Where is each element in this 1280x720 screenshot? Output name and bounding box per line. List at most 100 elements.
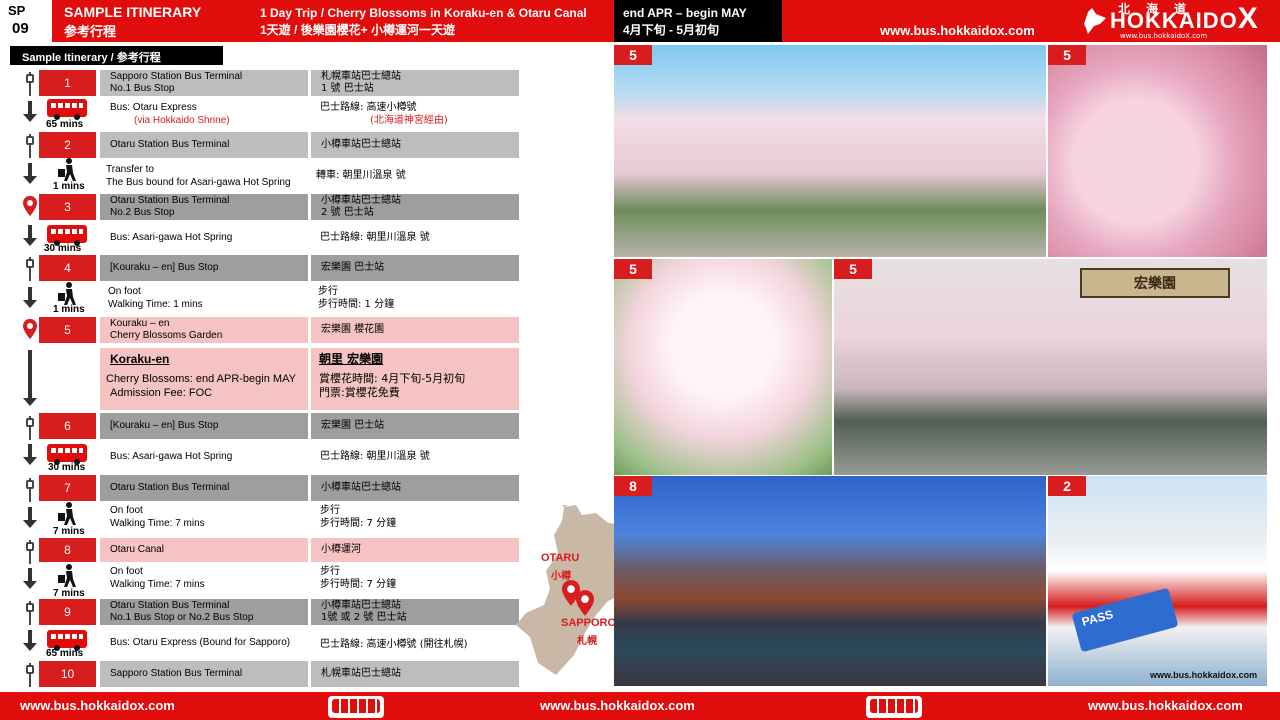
travel-time: 7 mins (53, 588, 85, 599)
photo-otaru-canal: 8 (614, 476, 1046, 686)
stop-name-en: Otaru Station Bus Terminal (100, 475, 308, 501)
stop-line: 2 號 巴士站 (321, 207, 374, 218)
bus-stop-sign-icon (26, 257, 34, 281)
bus-photo-url: www.bus.hokkaidox.com (1150, 670, 1258, 680)
leg-desc-zh: 巴士路線: 朝里川溫泉 號 (320, 451, 430, 462)
photo-tag: 5 (1048, 45, 1086, 65)
leg-note-en: Walking Time: 7 mins (110, 518, 205, 529)
detail-box-zh: 朝里 宏樂園 賞櫻花時間: 4月下旬-5月初旬 門票:賞櫻花免費 (311, 348, 519, 410)
stop-number: 6 (39, 413, 96, 439)
down-arrow-icon (23, 101, 37, 122)
stop-number: 2 (39, 132, 96, 158)
stop-line: 1 號 巴士站 (321, 83, 374, 94)
stop-line: Kouraku – en (110, 318, 170, 329)
detail-line-zh: 門票:賞櫻花免費 (319, 386, 400, 399)
down-arrow-icon (23, 350, 37, 406)
bus-icon (47, 444, 87, 465)
leg-desc-zh: 步行 (318, 286, 338, 297)
stop-number: 3 (39, 194, 96, 220)
photo-tag: 2 (1048, 476, 1086, 496)
leg-desc-en: Transfer to (106, 164, 154, 175)
stop-name-en: [Kouraku – en] Bus Stop (100, 255, 308, 281)
detail-line-zh: 賞櫻花時間: 4月下旬-5月初旬 (319, 372, 466, 385)
sapporo-label: SAPPORO (561, 617, 617, 629)
stop-line: No.2 Bus Stop (110, 207, 175, 218)
stop-name-zh: 小樽運河 (311, 538, 519, 562)
stop-name-en: Sapporo Station Bus Terminal (100, 661, 308, 687)
leg-note-zh: 步行時間: 7 分鐘 (320, 579, 397, 590)
stop-name-zh: 小樽車站巴士總站 (311, 475, 519, 501)
photo-tag: 5 (614, 45, 652, 65)
trip-title-zh: 1天遊 / 後樂園櫻花+ 小樽運河一天遊 (260, 23, 456, 37)
stop-number: 8 (39, 538, 96, 562)
header-url-link[interactable]: www.bus.hokkaidox.com (880, 23, 1035, 38)
leg-note-en: Walking Time: 7 mins (110, 579, 205, 590)
bus-stop-sign-icon (26, 601, 34, 625)
leg-desc-zh: 步行 (320, 566, 340, 577)
photo-bus-ticket: 2 (1048, 476, 1267, 686)
down-arrow-icon (23, 630, 37, 651)
sapporo-pin-icon (576, 590, 594, 616)
page-title-zh: 参考行程 (64, 24, 117, 39)
stop-line: 小樽車站巴士總站 (321, 600, 401, 611)
stop-name-zh: 小樽車站巴士總站 (311, 132, 519, 158)
leg-note-zh: 步行時間: 7 分鐘 (320, 518, 397, 529)
sp-number: 09 (12, 20, 29, 37)
bus-icon (47, 99, 87, 120)
page-title: SAMPLE ITINERARY (64, 4, 202, 20)
leg-desc-en: Bus: Otaru Express (Bound for Sapporo) (110, 637, 291, 648)
location-pin-icon (23, 319, 37, 339)
stop-name-zh: 宏樂園 櫻花園 (311, 317, 519, 343)
stop-number: 10 (39, 661, 96, 687)
stop-name-zh: 宏樂園 巴士站 (311, 255, 519, 281)
bus-stop-sign-icon (26, 540, 34, 564)
leg-desc-zh: 步行 (320, 505, 340, 516)
season-zh: 4月下旬 - 5月初旬 (623, 23, 720, 37)
season-en: end APR – begin MAY (623, 6, 747, 20)
leg-desc-en: Bus: Otaru Express (110, 102, 197, 113)
photo-blossom-macro: 5 (614, 259, 832, 475)
stop-line: 1號 或 2 號 巴士站 (321, 612, 407, 623)
stop-name-en: Otaru Station Bus Terminal (100, 132, 308, 158)
travel-time: 65 mins (46, 119, 84, 130)
hokkaido-outline-icon (1084, 8, 1106, 34)
footer-url-link[interactable]: www.bus.hokkaidox.com (540, 698, 695, 713)
sapporo-label-zh: 札幌 (577, 636, 597, 647)
detail-line-en: Cherry Blossoms: end APR-begin MAY (106, 373, 296, 385)
sp-badge: SP 09 (0, 0, 52, 42)
photo-cherry-closeup: 5 (1048, 45, 1267, 257)
down-arrow-icon (23, 568, 37, 589)
footer-url-link[interactable]: www.bus.hokkaidox.com (20, 698, 175, 713)
stop-name-en: Kouraku – en Cherry Blossoms Garden (100, 317, 308, 343)
leg-desc-en: On foot (110, 566, 143, 577)
walking-icon (58, 564, 76, 587)
leg-desc-zh: 巴士路線: 朝里川溫泉 號 (320, 232, 430, 243)
stop-number: 5 (39, 317, 96, 343)
stop-line: 小樽車站巴士總站 (321, 195, 401, 206)
photo-cherry-path: 5 (614, 45, 1046, 257)
down-arrow-icon (23, 287, 37, 308)
stop-line: Cherry Blossoms Garden (110, 330, 223, 341)
walking-icon (58, 502, 76, 525)
trip-title: 1 Day Trip / Cherry Blossoms in Koraku-e… (260, 6, 587, 20)
logo-x: X (1237, 2, 1259, 35)
travel-time: 65 mins (46, 648, 84, 659)
bus-icon (47, 630, 87, 651)
stop-number: 4 (39, 255, 96, 281)
stop-name-zh: 札幌車站巴士總站 1 號 巴士站 (311, 70, 519, 96)
leg-note-en: The Bus bound for Asari-gawa Hot Spring (106, 177, 291, 188)
stop-line: Otaru Station Bus Terminal (110, 195, 230, 206)
photo-tag: 8 (614, 476, 652, 496)
section-label: Sample Itinerary / 参考行程 (10, 46, 223, 65)
stop-name-en: Otaru Station Bus Terminal No.2 Bus Stop (100, 194, 308, 220)
leg-desc-en: On foot (108, 286, 141, 297)
bus-stop-sign-icon (26, 416, 34, 440)
footer-url-link[interactable]: www.bus.hokkaidox.com (1088, 698, 1243, 713)
sp-label: SP (8, 3, 26, 18)
bus-icon (866, 696, 922, 718)
logo-sub-url: www.bus.hokkaidoX.com (1120, 32, 1208, 40)
travel-time: 30 mins (48, 462, 86, 473)
stop-name-zh: 小樽車站巴士總站 1號 或 2 號 巴士站 (311, 599, 519, 625)
stop-name-zh: 札幌車站巴士總站 (311, 661, 519, 687)
garden-sign: 宏樂園 (1080, 268, 1230, 298)
